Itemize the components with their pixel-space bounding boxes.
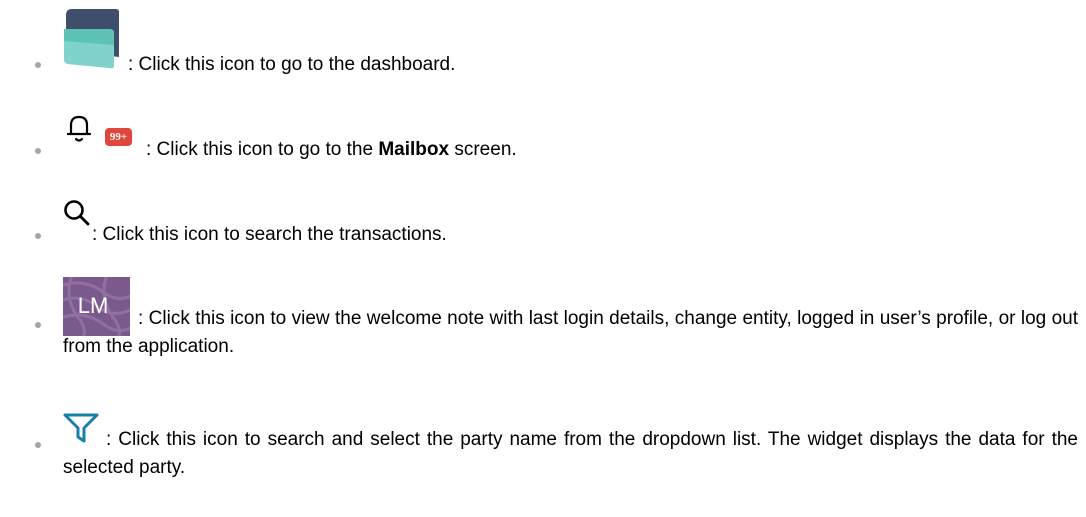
- bullet: [35, 442, 41, 448]
- item-text: : Click this icon to search and select t…: [63, 429, 1078, 478]
- search-icon[interactable]: [63, 199, 91, 227]
- bullet: [35, 62, 41, 68]
- item-text: : Click this icon to go to the dashboard…: [128, 54, 456, 75]
- item-text: : Click this icon to view the welcome no…: [63, 308, 1078, 357]
- notification-badge: 99+: [105, 128, 132, 146]
- dashboard-logo-icon[interactable]: [62, 7, 120, 69]
- bullet: [35, 322, 41, 328]
- item-text: : Click this icon to search the transact…: [92, 224, 447, 245]
- bullet: [35, 233, 41, 239]
- mailbox-label: Mailbox: [378, 139, 450, 160]
- item-text-after: screen.: [449, 139, 517, 160]
- bullet: [35, 148, 41, 154]
- item-text-before: : Click this icon to go to the: [146, 139, 379, 160]
- bell-icon[interactable]: [66, 114, 92, 144]
- item-text: : Click this icon to go to the Mailbox s…: [146, 139, 517, 161]
